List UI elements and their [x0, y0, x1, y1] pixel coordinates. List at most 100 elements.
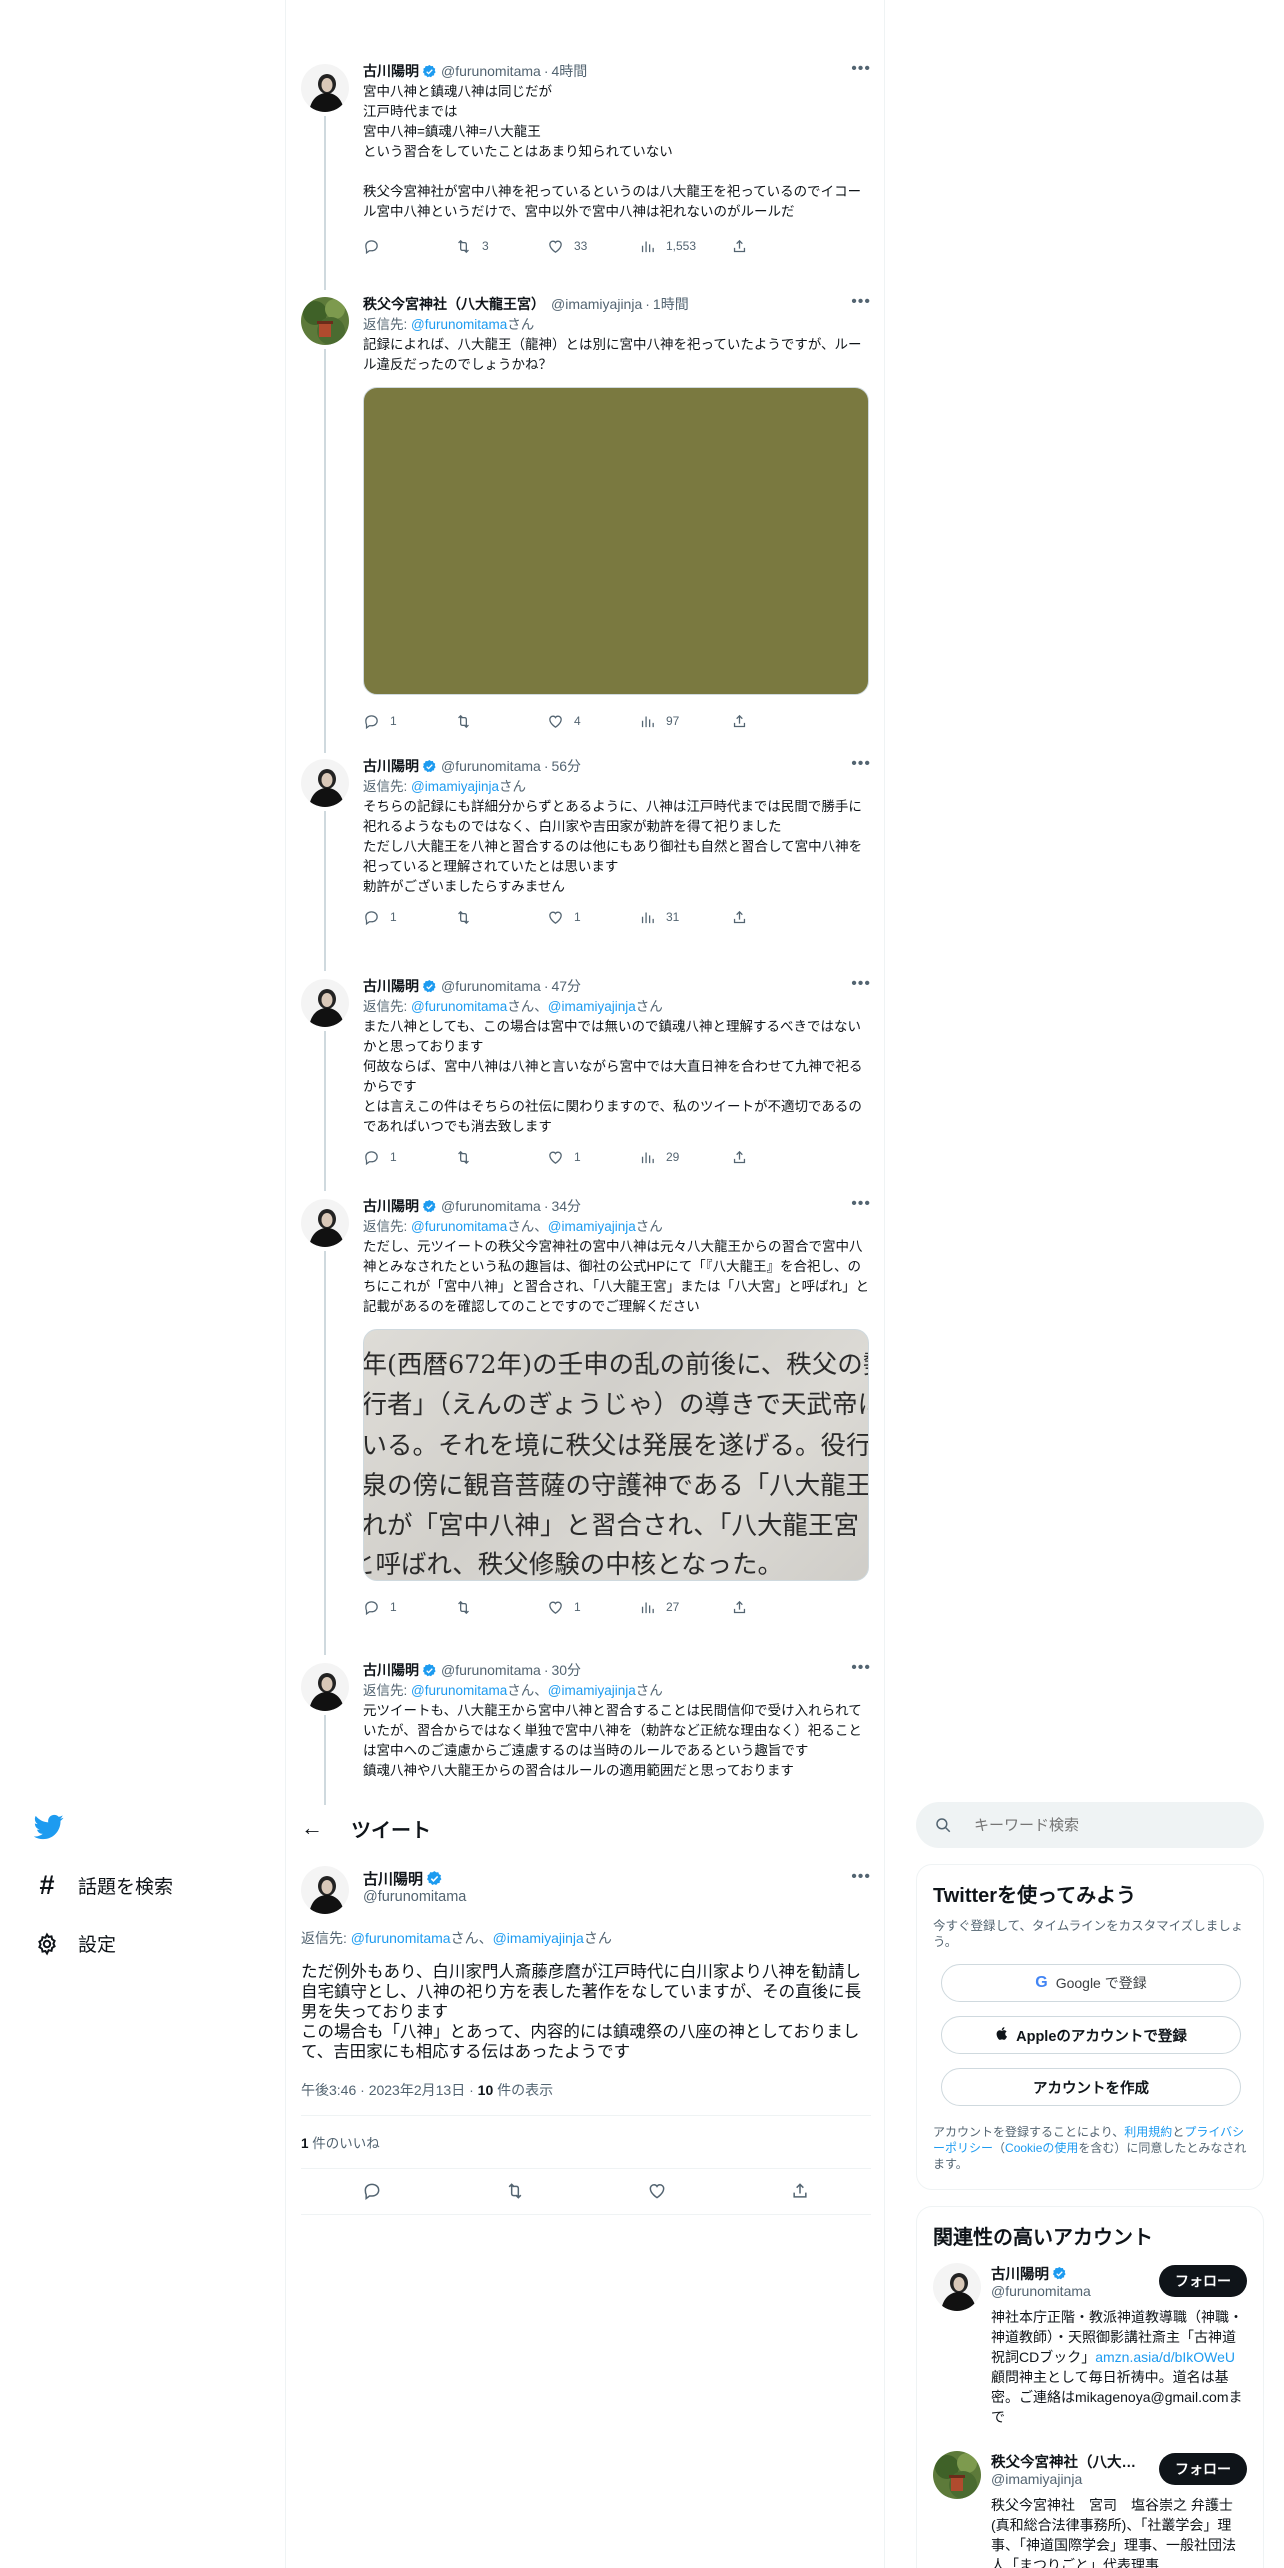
reply-mention[interactable]: @imamiyajinja [548, 999, 636, 1014]
avatar[interactable] [933, 2263, 981, 2311]
thread-tweet[interactable]: 古川陽明 @furunomitama · 30分 ••• 返信先: @furun… [301, 1659, 871, 1805]
views-button[interactable]: 29 [639, 1149, 731, 1166]
more-options-icon[interactable]: ••• [851, 755, 871, 773]
reply-icon[interactable] [362, 2181, 382, 2201]
account-name[interactable]: 秩父今宮神社（八大… [991, 2451, 1136, 2472]
retweet-button[interactable]: 3 [455, 238, 547, 255]
terms-link[interactable]: 利用規約 [1124, 2125, 1172, 2139]
thread-tweet[interactable]: 秩父今宮神社（八大龍王宮） @imamiyajinja · 1時間 ••• 返信… [301, 293, 871, 753]
avatar[interactable] [301, 1199, 349, 1247]
reply-mention[interactable]: @furunomitama [351, 1930, 451, 1946]
search-input[interactable] [974, 1816, 1224, 1834]
reply-button[interactable]: 1 [363, 1149, 455, 1166]
author-name[interactable]: 古川陽明 [363, 976, 419, 996]
reply-mention[interactable]: @imamiyajinja [548, 1219, 636, 1234]
reply-button[interactable] [363, 238, 455, 255]
reply-mention[interactable]: @furunomitama [411, 317, 507, 332]
thread-tweet[interactable]: 古川陽明 @furunomitama · 4時間 ••• 宮中八神と鎮魂八神は同… [301, 60, 871, 290]
like-button[interactable]: 33 [547, 238, 639, 255]
more-options-icon[interactable]: ••• [851, 1868, 871, 1886]
author-name[interactable]: 古川陽明 [363, 1196, 419, 1216]
thread-tweet[interactable]: 古川陽明 @furunomitama · 56分 ••• 返信先: @imami… [301, 755, 871, 971]
tweet-date[interactable]: 2023年2月13日 [369, 2082, 466, 2098]
tweet-image[interactable]: 元年(西暦672年)の壬申の乱の前後に、秩父の勢力 役行者」（えんのぎょうじゃ）… [363, 1329, 869, 1581]
twitter-logo-icon[interactable] [34, 1812, 64, 1842]
more-options-icon[interactable]: ••• [851, 293, 871, 311]
like-button[interactable]: 1 [547, 1149, 639, 1166]
like-stats[interactable]: 1 件のいいね [301, 2132, 380, 2152]
account-handle[interactable]: @imamiyajinja [991, 2471, 1082, 2487]
avatar[interactable] [301, 1866, 349, 1914]
google-signup-button[interactable]: G Google で登録 [941, 1964, 1241, 2002]
retweet-button[interactable] [455, 1599, 547, 1616]
like-button[interactable]: 4 [547, 713, 639, 730]
tweet-image[interactable] [363, 387, 869, 695]
avatar[interactable] [301, 64, 349, 112]
more-options-icon[interactable]: ••• [851, 1195, 871, 1213]
retweet-button[interactable] [455, 713, 547, 730]
tweet-time[interactable]: 47分 [551, 976, 581, 996]
follow-button[interactable]: フォロー [1159, 2453, 1247, 2485]
reply-mention[interactable]: @imamiyajinja [411, 779, 499, 794]
retweet-icon[interactable] [505, 2181, 525, 2201]
account-name-row[interactable]: 古川陽明 [991, 2263, 1067, 2284]
author-name[interactable]: 古川陽明 [363, 756, 419, 776]
views-button[interactable]: 31 [639, 909, 731, 926]
thread-tweet[interactable]: 古川陽明 @furunomitama · 47分 ••• 返信先: @furun… [301, 975, 871, 1191]
author-handle[interactable]: @imamiyajinja [551, 296, 642, 312]
reply-mention[interactable]: @furunomitama [411, 1219, 507, 1234]
share-button[interactable] [731, 909, 823, 926]
reply-mention[interactable]: @furunomitama [411, 999, 507, 1014]
author-name[interactable]: 古川陽明 [363, 1868, 423, 1889]
apple-signup-button[interactable]: Appleのアカウントで登録 [941, 2016, 1241, 2054]
author-name[interactable]: 古川陽明 [363, 61, 419, 81]
author-handle[interactable]: @furunomitama [441, 1662, 541, 1678]
like-button[interactable]: 1 [547, 1599, 639, 1616]
views-button[interactable]: 1,553 [639, 238, 731, 255]
avatar[interactable] [301, 1663, 349, 1711]
reply-mention[interactable]: @furunomitama [411, 1683, 507, 1698]
more-options-icon[interactable]: ••• [851, 60, 871, 78]
author-handle[interactable]: @furunomitama [441, 63, 541, 79]
author-handle[interactable]: @furunomitama [441, 758, 541, 774]
related-account[interactable]: 古川陽明 @furunomitama フォロー 神社本庁正階・教派神道教導職（神… [933, 2263, 1247, 2443]
nav-settings[interactable]: 設定 [34, 1930, 116, 1957]
thread-tweet[interactable]: 古川陽明 @furunomitama · 34分 ••• 返信先: @furun… [301, 1195, 871, 1655]
author-handle[interactable]: @furunomitama [363, 1889, 466, 1905]
related-account[interactable]: 秩父今宮神社（八大… @imamiyajinja フォロー 秩父今宮神社 宮司 … [933, 2451, 1247, 2568]
avatar[interactable] [933, 2451, 981, 2499]
reply-button[interactable]: 1 [363, 713, 455, 730]
author-name-row[interactable]: 古川陽明 [363, 1868, 443, 1889]
avatar[interactable] [301, 979, 349, 1027]
retweet-button[interactable] [455, 909, 547, 926]
search-box[interactable] [916, 1802, 1264, 1848]
follow-button[interactable]: フォロー [1159, 2265, 1247, 2297]
share-button[interactable] [731, 1149, 823, 1166]
bio-link[interactable]: amzn.asia/d/bIkOWeU [1095, 2349, 1235, 2365]
tweet-time[interactable]: 30分 [551, 1660, 581, 1680]
reply-mention[interactable]: @imamiyajinja [548, 1683, 636, 1698]
share-icon[interactable] [790, 2181, 810, 2201]
avatar[interactable] [301, 297, 349, 345]
account-handle[interactable]: @furunomitama [991, 2283, 1091, 2299]
tweet-time[interactable]: 4時間 [551, 61, 587, 81]
views-button[interactable]: 27 [639, 1599, 731, 1616]
back-arrow-icon[interactable]: ← [301, 1815, 323, 1841]
more-options-icon[interactable]: ••• [851, 975, 871, 993]
like-button[interactable]: 1 [547, 909, 639, 926]
author-handle[interactable]: @furunomitama [441, 978, 541, 994]
share-button[interactable] [731, 238, 823, 255]
author-handle[interactable]: @furunomitama [441, 1198, 541, 1214]
account-name-row[interactable]: 秩父今宮神社（八大… [991, 2451, 1136, 2472]
retweet-button[interactable] [455, 1149, 547, 1166]
cookie-link[interactable]: Cookieの使用 [1005, 2141, 1078, 2155]
tweet-time[interactable]: 56分 [551, 756, 581, 776]
reply-mention[interactable]: @imamiyajinja [493, 1930, 584, 1946]
reply-button[interactable]: 1 [363, 1599, 455, 1616]
nav-explore[interactable]: # 話題を検索 [34, 1870, 173, 1900]
account-name[interactable]: 古川陽明 [991, 2263, 1049, 2284]
tweet-time[interactable]: 34分 [551, 1196, 581, 1216]
more-options-icon[interactable]: ••• [851, 1659, 871, 1677]
avatar[interactable] [301, 759, 349, 807]
tweet-time[interactable]: 午後3:46 [301, 2082, 356, 2098]
